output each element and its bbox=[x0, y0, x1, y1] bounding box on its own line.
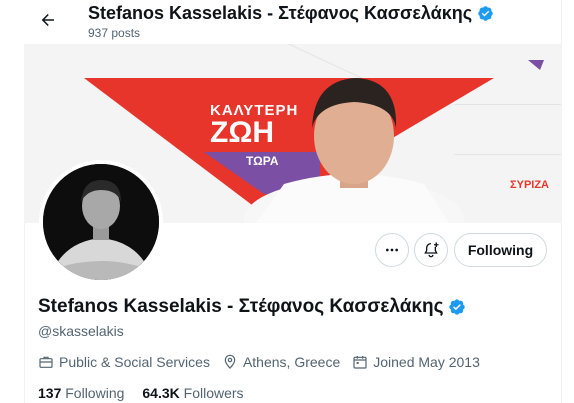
location-pin-icon bbox=[224, 354, 236, 369]
following-button[interactable]: Following bbox=[454, 233, 547, 267]
notifications-button[interactable] bbox=[414, 233, 448, 267]
avatar[interactable] bbox=[39, 160, 163, 284]
avatar-photo bbox=[43, 164, 159, 280]
profile-category: Public & Social Services bbox=[38, 354, 210, 370]
profile-header-bar: Stefanos Kasselakis - Στέφανος Κασσελάκη… bbox=[24, 0, 561, 44]
more-options-button[interactable] bbox=[375, 233, 409, 267]
verified-badge-icon[interactable] bbox=[448, 298, 466, 316]
profile-joined-text: Joined May 2013 bbox=[373, 354, 480, 370]
banner-party-logo: ΣΥΡΙΖΑ bbox=[510, 179, 549, 191]
back-button[interactable] bbox=[34, 6, 62, 34]
banner-slogan-line2: ΖΩΗ bbox=[210, 116, 275, 149]
bell-plus-icon bbox=[424, 242, 439, 258]
profile-joined: Joined May 2013 bbox=[352, 354, 480, 370]
followers-count: 64.3K bbox=[142, 385, 180, 401]
calendar-icon bbox=[353, 356, 367, 369]
header-post-count: 937 posts bbox=[88, 26, 141, 40]
followers-count-link[interactable]: 64.3K Followers bbox=[142, 385, 243, 401]
back-arrow-icon bbox=[41, 14, 54, 26]
more-dots-icon bbox=[386, 248, 398, 252]
banner-purple-flag bbox=[528, 60, 544, 70]
following-count: 137 bbox=[38, 385, 62, 401]
header-title-text: Stefanos Kasselakis - Στέφανος Κασσελάκη… bbox=[88, 3, 473, 23]
banner-slogan-line3: ΤΩΡΑ bbox=[246, 154, 279, 168]
profile-location: Athens, Greece bbox=[222, 354, 340, 370]
following-count-link[interactable]: 137 Following bbox=[38, 385, 124, 401]
briefcase-icon bbox=[39, 356, 53, 368]
followers-label: Followers bbox=[183, 385, 244, 401]
following-label: Following bbox=[65, 385, 125, 401]
profile-location-text: Athens, Greece bbox=[242, 354, 341, 370]
column-border-right bbox=[561, 0, 562, 403]
profile-meta-row: Public & Social Services Athens, Greece … bbox=[38, 354, 492, 370]
profile-category-text: Public & Social Services bbox=[59, 354, 210, 370]
profile-handle: @skasselakis bbox=[38, 323, 124, 339]
verified-badge-icon bbox=[478, 6, 493, 21]
header-title: Stefanos Kasselakis - Στέφανος Κασσελάκη… bbox=[88, 3, 494, 24]
profile-name: Stefanos Kasselakis - Στέφανος Κασσελάκη… bbox=[38, 296, 466, 318]
profile-stats: 137 Following 64.3K Followers bbox=[38, 385, 244, 401]
profile-name-text: Stefanos Kasselakis - Στέφανος Κασσελάκη… bbox=[38, 296, 444, 317]
